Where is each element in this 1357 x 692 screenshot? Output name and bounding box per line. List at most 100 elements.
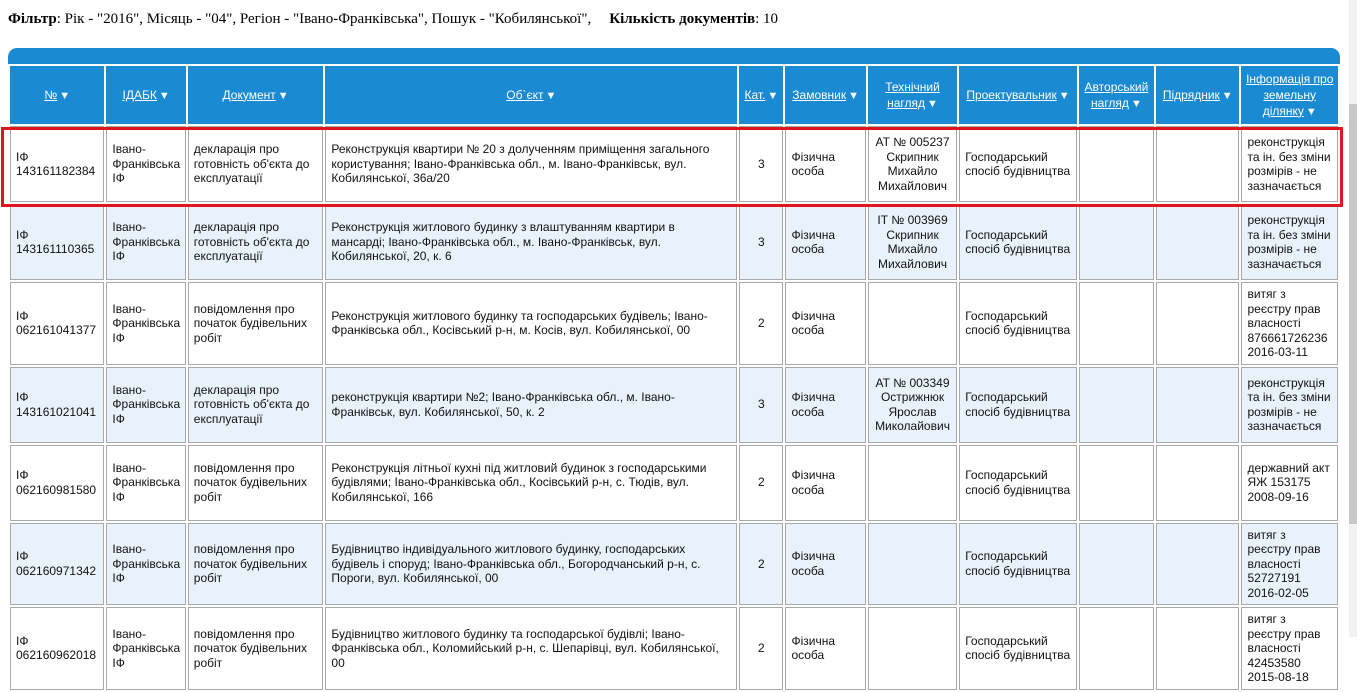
cell-technical-supervision: ІТ № 003969 Скрипник Михайло Михайлович	[867, 204, 958, 280]
documents-table: № ▼ ІДАБК ▼ Документ ▼ Об`єкт ▼ Кат. ▼ Замовник ▼ Те…	[8, 64, 1340, 692]
sort-arrow-icon[interactable]: ▼	[59, 88, 70, 104]
cell-author-supervision	[1078, 366, 1155, 443]
sort-arrow-icon[interactable]: ▼	[767, 88, 778, 104]
cell-contractor	[1156, 444, 1240, 521]
sort-link-object[interactable]: Об`єкт	[506, 88, 543, 102]
column-header-number[interactable]: № ▼	[10, 66, 105, 124]
cell-category: 2	[739, 282, 784, 365]
table-row[interactable]: ІФ 062160962018 Івано-Франківська ІФ повід…	[10, 607, 1338, 690]
document-count-value: : 10	[755, 11, 779, 27]
cell-author-supervision	[1078, 282, 1155, 365]
sort-link-number[interactable]: №	[44, 88, 57, 102]
cell-document: повідомлення про початок будівельних роб…	[187, 522, 324, 605]
column-header-object[interactable]: Об`єкт ▼	[325, 66, 738, 124]
scrollbar-thumb[interactable]	[1349, 104, 1357, 524]
cell-idabk: Івано-Франківська ІФ	[106, 522, 186, 605]
cell-designer: Господарський спосіб будівництва	[959, 282, 1077, 365]
table-header: № ▼ ІДАБК ▼ Документ ▼ Об`єкт ▼ Кат. ▼ Замовник ▼ Те…	[10, 66, 1338, 124]
cell-customer: Фізична особа	[785, 204, 866, 280]
sort-link-land-info[interactable]: Інформація про земельну ділянку	[1246, 72, 1333, 118]
cell-designer: Господарський спосіб будівництва	[959, 366, 1077, 443]
sort-link-contractor[interactable]: Підрядник	[1163, 88, 1220, 102]
cell-number: ІФ 062161041377	[10, 282, 105, 365]
cell-author-supervision	[1078, 126, 1155, 202]
column-header-category[interactable]: Кат. ▼	[739, 66, 784, 124]
cell-technical-supervision	[867, 522, 958, 605]
cell-technical-supervision	[867, 282, 958, 365]
cell-object: Реконструкція житлового будинку та госпо…	[325, 282, 738, 365]
cell-document: повідомлення про початок будівельних роб…	[187, 607, 324, 690]
table-row[interactable]: ІФ 062160971342 Івано-Франківська ІФ повід…	[10, 522, 1338, 605]
sort-arrow-icon[interactable]: ▼	[278, 88, 289, 104]
cell-land-info: державний акт ЯЖ 153175 2008-09-16	[1241, 444, 1338, 521]
sort-link-document[interactable]: Документ	[223, 88, 276, 102]
cell-category: 3	[739, 366, 784, 443]
sort-arrow-icon[interactable]: ▼	[848, 88, 859, 104]
sort-arrow-icon[interactable]: ▼	[927, 96, 938, 112]
sort-link-designer[interactable]: Проектувальник	[966, 88, 1056, 102]
cell-contractor	[1156, 282, 1240, 365]
cell-customer: Фізична особа	[785, 366, 866, 443]
cell-customer: Фізична особа	[785, 444, 866, 521]
column-header-idabk[interactable]: ІДАБК ▼	[106, 66, 186, 124]
sort-arrow-icon[interactable]: ▼	[1131, 96, 1142, 112]
cell-contractor	[1156, 126, 1240, 202]
cell-number: ІФ 062160962018	[10, 607, 105, 690]
cell-idabk: Івано-Франківська ІФ	[106, 282, 186, 365]
cell-land-info: реконструкція та ін. без зміни розмірів …	[1241, 366, 1338, 443]
cell-idabk: Івано-Франківська ІФ	[106, 204, 186, 280]
sort-link-customer[interactable]: Замовник	[792, 88, 846, 102]
sort-arrow-icon[interactable]: ▼	[1059, 88, 1070, 104]
cell-customer: Фізична особа	[785, 282, 866, 365]
cell-land-info: витяг з реєстру прав власності 42453580 …	[1241, 607, 1338, 690]
cell-land-info: витяг з реєстру прав власності 52727191 …	[1241, 522, 1338, 605]
table-row[interactable]: ІФ 062161041377 Івано-Франківська ІФ повід…	[10, 282, 1338, 365]
column-header-technical-supervision[interactable]: Технічний нагляд ▼	[867, 66, 958, 124]
cell-number: ІФ 143161182384	[10, 126, 105, 202]
cell-designer: Господарський спосіб будівництва	[959, 522, 1077, 605]
cell-object: Будівництво індивідуального житлового бу…	[325, 522, 738, 605]
sort-link-category[interactable]: Кат.	[744, 88, 765, 102]
table-row[interactable]: ІФ 143161110365 Івано-Франківська ІФ декла…	[10, 204, 1338, 280]
sort-arrow-icon[interactable]: ▼	[159, 88, 170, 104]
cell-technical-supervision: АТ № 005237 Скрипник Михайло Михайлович	[867, 126, 958, 202]
cell-object: Реконструкція квартири № 20 з долученням…	[325, 126, 738, 202]
sort-arrow-icon[interactable]: ▼	[1306, 104, 1317, 120]
cell-number: ІФ 143161110365	[10, 204, 105, 280]
cell-contractor	[1156, 204, 1240, 280]
cell-designer: Господарський спосіб будівництва	[959, 204, 1077, 280]
sort-arrow-icon[interactable]: ▼	[1222, 88, 1233, 104]
cell-author-supervision	[1078, 444, 1155, 521]
cell-customer: Фізична особа	[785, 607, 866, 690]
cell-idabk: Івано-Франківська ІФ	[106, 126, 186, 202]
cell-land-info: реконструкція та ін. без зміни розмірів …	[1241, 126, 1338, 202]
vertical-scrollbar[interactable]	[1349, 0, 1357, 637]
column-header-document[interactable]: Документ ▼	[187, 66, 324, 124]
sort-arrow-icon[interactable]: ▼	[545, 88, 556, 104]
table-row[interactable]: ІФ 143161021041 Івано-Франківська ІФ декла…	[10, 366, 1338, 443]
cell-object: Реконструкція житлового будинку з влашту…	[325, 204, 738, 280]
column-header-contractor[interactable]: Підрядник ▼	[1156, 66, 1240, 124]
column-header-designer[interactable]: Проектувальник ▼	[959, 66, 1077, 124]
table-row[interactable]: ІФ 143161182384 Івано-Франківська ІФ декла…	[10, 126, 1338, 202]
cell-category: 3	[739, 126, 784, 202]
cell-category: 2	[739, 607, 784, 690]
cell-contractor	[1156, 522, 1240, 605]
cell-object: Будівництво житлового будинку та господа…	[325, 607, 738, 690]
column-header-author-supervision[interactable]: Авторський нагляд ▼	[1078, 66, 1155, 124]
cell-document: декларація про готовність об'єкта до екс…	[187, 204, 324, 280]
column-header-customer[interactable]: Замовник ▼	[785, 66, 866, 124]
documents-table-container: № ▼ ІДАБК ▼ Документ ▼ Об`єкт ▼ Кат. ▼ Замовник ▼ Те…	[8, 48, 1340, 692]
table-row[interactable]: ІФ 062160981580 Івано-Франківська ІФ повід…	[10, 444, 1338, 521]
cell-idabk: Івано-Франківська ІФ	[106, 607, 186, 690]
cell-object: Реконструкція літньої кухні під житловий…	[325, 444, 738, 521]
sort-link-idabk[interactable]: ІДАБК	[122, 88, 156, 102]
document-count-label: Кількість документів	[609, 11, 756, 27]
cell-technical-supervision: АТ № 003349 Острижнюк Ярослав Миколайови…	[867, 366, 958, 443]
filter-text: : Рік - "2016", Місяць - "04", Регіон - …	[56, 11, 592, 27]
column-header-land-info[interactable]: Інформація про земельну ділянку ▼	[1241, 66, 1338, 124]
cell-land-info: витяг з реєстру прав власності 876661726…	[1241, 282, 1338, 365]
cell-customer: Фізична особа	[785, 126, 866, 202]
cell-author-supervision	[1078, 522, 1155, 605]
cell-idabk: Івано-Франківська ІФ	[106, 366, 186, 443]
